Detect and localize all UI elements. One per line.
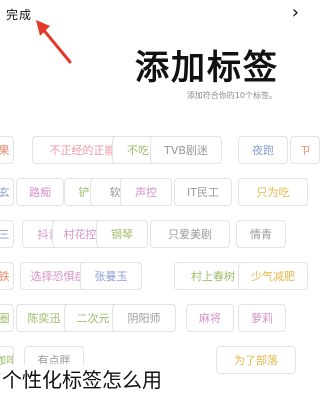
page-subtitle: 添加符合你的10个标签。 bbox=[186, 91, 277, 100]
tag-chip[interactable]: 圈 bbox=[0, 304, 14, 332]
tag-chip[interactable]: 果 bbox=[0, 136, 14, 164]
tag-chip[interactable]: TVB剧迷 bbox=[150, 136, 222, 164]
tag-chip[interactable]: 声控 bbox=[120, 178, 172, 206]
chevron-right-icon[interactable]: › bbox=[292, 4, 299, 22]
page-title: 添加标签 bbox=[135, 48, 279, 88]
tag-chip[interactable]: 少气减肥 bbox=[238, 262, 308, 290]
tag-chip[interactable]: 路痴 bbox=[16, 178, 64, 206]
tag-chip[interactable]: 玄 bbox=[0, 178, 14, 206]
tag-chip[interactable]: 张曼玉 bbox=[80, 262, 142, 290]
tag-chip[interactable]: 铁 bbox=[0, 262, 14, 290]
tag-chip[interactable]: 只为吃 bbox=[238, 178, 308, 206]
caption-bar: 个性化标签怎么用 bbox=[0, 362, 305, 400]
tag-chip[interactable]: 三 bbox=[0, 220, 14, 248]
tag-chip[interactable]: 萝莉 bbox=[238, 304, 286, 332]
done-button[interactable]: 完成 bbox=[6, 6, 32, 23]
tag-chip[interactable]: 阴阳师 bbox=[112, 304, 176, 332]
tag-chip[interactable]: 只爱美剧 bbox=[150, 220, 230, 248]
tag-chip[interactable]: IT民工 bbox=[174, 178, 232, 206]
annotation-arrow-icon bbox=[36, 20, 72, 64]
tag-chip[interactable]: 夜跑 bbox=[238, 136, 288, 164]
caption-text: 个性化标签怎么用 bbox=[2, 364, 162, 393]
tag-chip[interactable]: ㄗ bbox=[290, 136, 320, 164]
tag-chip[interactable]: 钢琴 bbox=[96, 220, 148, 248]
tag-chip[interactable]: 情青 bbox=[236, 220, 286, 248]
tag-chip[interactable]: 麻将 bbox=[186, 304, 234, 332]
tag-grid: 果不正经的正能量不吃肉不能活TVB剧迷夜跑ㄗ玄路痴铲屎官软妹子声控IT民工只为吃… bbox=[0, 136, 320, 398]
